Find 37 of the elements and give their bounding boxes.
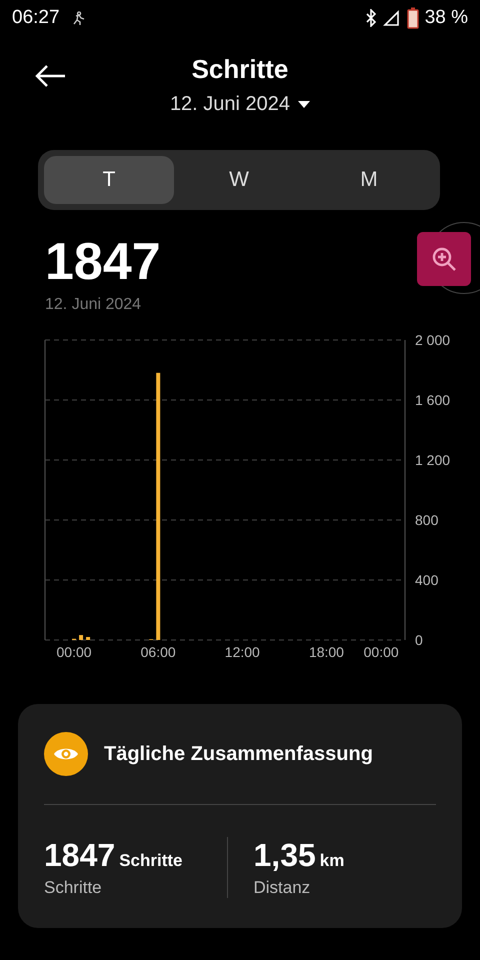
period-tab[interactable]: T [44, 156, 174, 204]
back-arrow-icon[interactable] [34, 64, 66, 88]
axis-label: 0 [415, 632, 423, 648]
period-tab[interactable]: M [304, 156, 434, 204]
axis-label: 00:00 [364, 644, 399, 660]
dropdown-caret-icon[interactable] [298, 100, 310, 108]
axis-label: 00:00 [56, 644, 92, 660]
status-time: 06:27 [12, 7, 60, 29]
axis-label: 18:00 [308, 644, 344, 660]
period-tab[interactable]: W [174, 156, 304, 204]
screen-title: Schritte [192, 54, 288, 85]
signal-icon [382, 9, 401, 27]
eye-icon [44, 732, 88, 776]
bar [79, 635, 84, 640]
zoom-in-icon[interactable] [431, 246, 457, 272]
axis-label: 800 [415, 512, 438, 528]
zoom-in-button[interactable] [417, 232, 471, 286]
axis-label: 2 000 [415, 332, 450, 348]
bluetooth-icon [364, 9, 377, 27]
battery-level: 38 % [424, 7, 468, 29]
stat-unit: km [320, 851, 344, 871]
stat-label: Schritte [44, 878, 103, 898]
axis-label: 06:00 [140, 644, 176, 660]
axis-label: 12:00 [224, 644, 260, 660]
summary-title: Tägliche Zusammenfassung [104, 742, 373, 766]
axis-label: 1 600 [415, 392, 450, 408]
stat-label: Distanz [254, 878, 312, 898]
step-total: 1847 [45, 236, 161, 288]
date-picker[interactable]: 12. Juni 2024 [170, 93, 290, 116]
axis-label: 400 [415, 572, 438, 588]
bar [86, 637, 90, 640]
axis-label: 1 200 [415, 452, 450, 468]
battery-icon [406, 7, 419, 29]
total-date: 12. Juni 2024 [45, 296, 142, 314]
stat-value: 1,35 [254, 837, 316, 874]
stat-unit: Schritte [119, 851, 182, 871]
stat-value: 1847 [44, 837, 116, 874]
